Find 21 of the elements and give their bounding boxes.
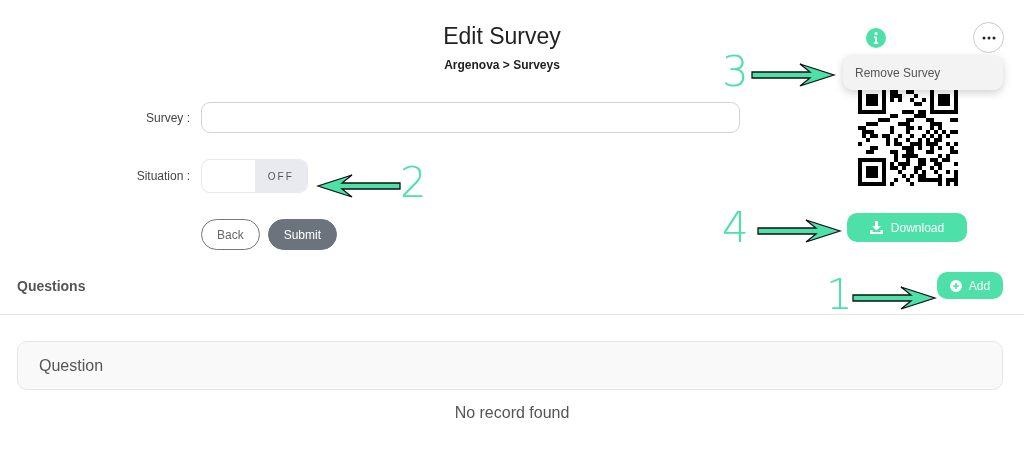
submit-button[interactable]: Submit [267, 219, 338, 250]
back-button[interactable]: Back [201, 219, 260, 250]
column-header: Question [39, 356, 104, 375]
page-title: Edit Survey [443, 22, 561, 50]
download-icon [869, 221, 883, 234]
callout-number: 3 [722, 48, 749, 96]
more-button[interactable] [973, 22, 1004, 53]
questions-heading: Questions [17, 277, 86, 294]
callout-number: 1 [826, 271, 853, 319]
survey-input[interactable] [201, 102, 740, 133]
situation-label: Situation : [136, 169, 190, 183]
breadcrumb: Argenova > Surveys [444, 58, 560, 72]
info-icon[interactable] [866, 27, 886, 48]
remove-survey-item[interactable]: Remove Survey [843, 65, 941, 80]
situation-toggle[interactable]: OFF [201, 159, 308, 193]
empty-message: No record found [454, 404, 570, 422]
survey-label: Survey : [146, 110, 190, 125]
callout-number: 2 [400, 159, 427, 207]
ellipsis-icon [981, 35, 996, 40]
callout-number: 4 [722, 204, 749, 252]
plus-circle-icon [949, 279, 962, 292]
